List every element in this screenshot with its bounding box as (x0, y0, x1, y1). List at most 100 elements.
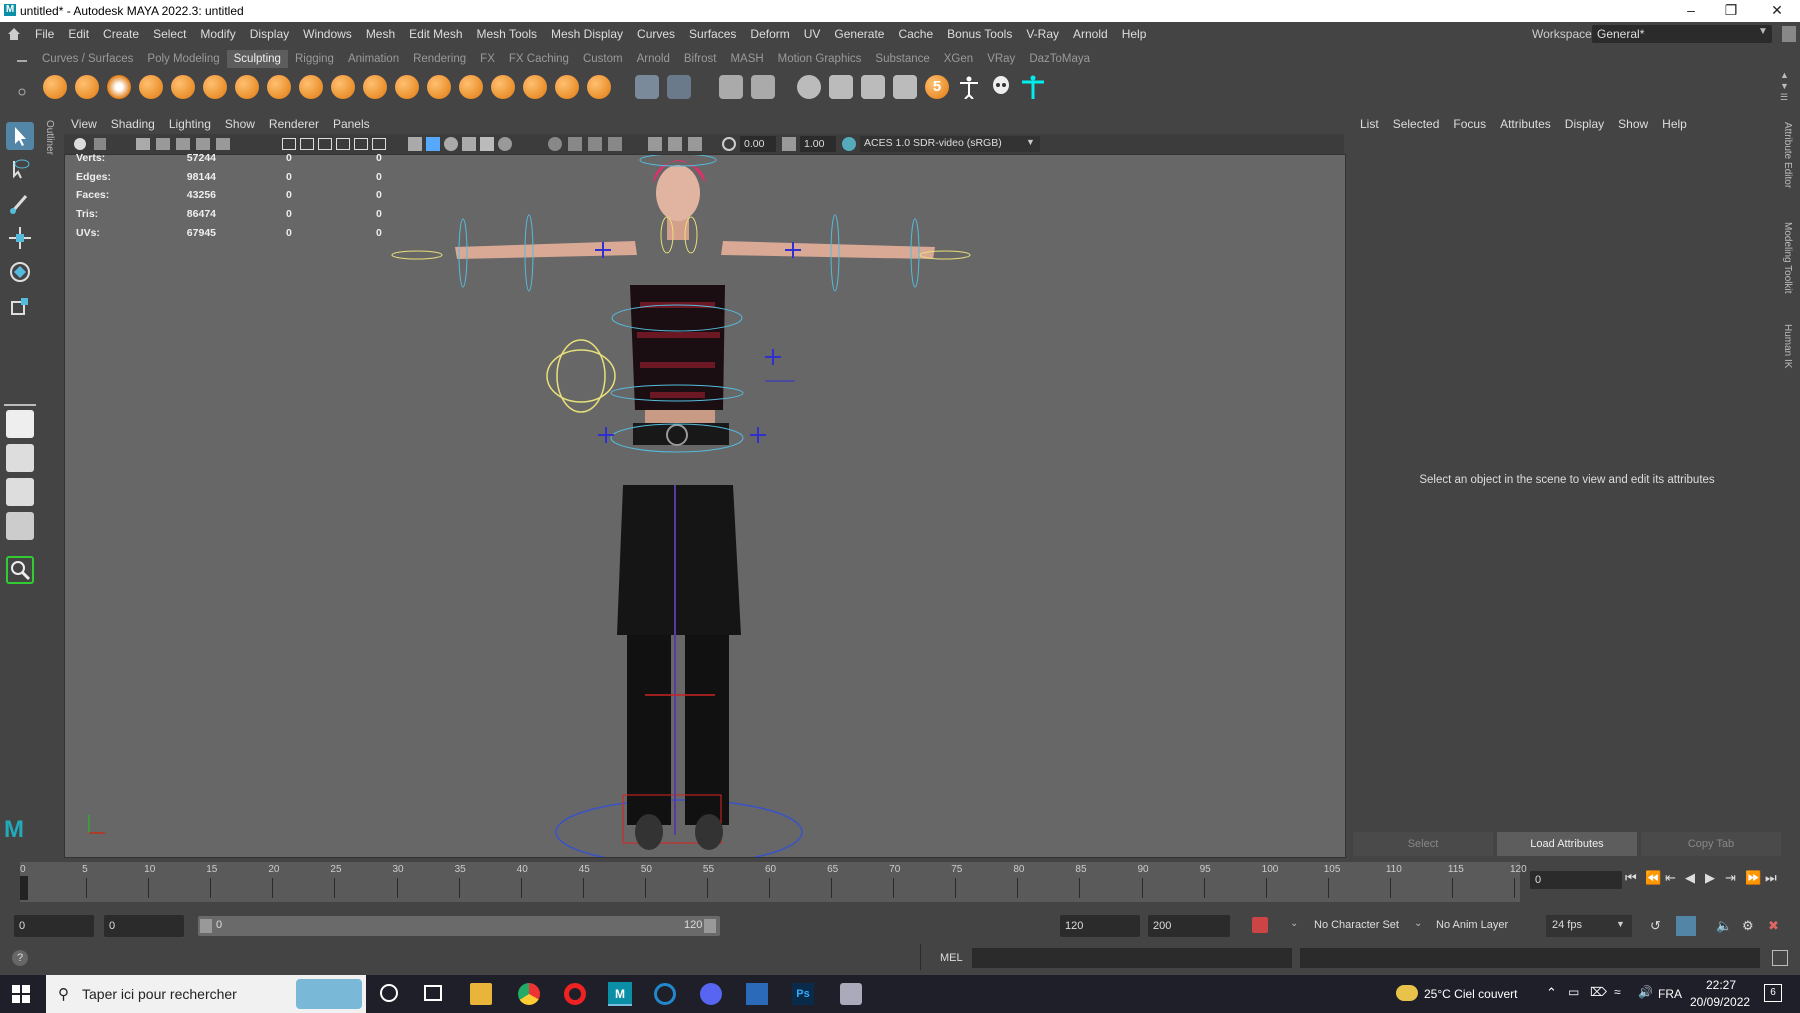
go-to-start-icon[interactable]: ⏮ (1625, 870, 1637, 886)
time-slider[interactable]: 0 5 10 15 20 25 30 35 40 45 50 55 60 65 70 75 80 85 90 95 10… (20, 862, 1527, 902)
app-window-icon[interactable] (840, 983, 862, 1005)
wax-tool-icon[interactable] (363, 75, 387, 99)
command-input[interactable] (972, 948, 1292, 968)
viewport-menu-shading[interactable]: Shading (104, 114, 162, 134)
menu-uv[interactable]: UV (797, 22, 828, 46)
lock-camera-icon[interactable] (94, 138, 106, 150)
range-end-handle[interactable] (704, 919, 716, 933)
blend-shape-icon[interactable] (719, 75, 743, 99)
film-gate-icon[interactable] (300, 138, 314, 150)
rotate-tool-icon[interactable] (6, 258, 34, 286)
shelf-tab-curves-surfaces[interactable]: Curves / Surfaces (35, 50, 140, 68)
multisample-aa-icon[interactable] (608, 137, 622, 151)
exposure-icon[interactable] (722, 137, 736, 151)
chevron-down-icon[interactable]: ⌄ (1290, 918, 1298, 929)
move-tool-icon[interactable] (6, 224, 34, 252)
ae-menu-help[interactable]: Help (1655, 114, 1694, 134)
discord-icon[interactable] (700, 983, 722, 1005)
scene-character-rig[interactable] (65, 153, 1345, 865)
xray-joints-icon[interactable] (688, 137, 702, 151)
menu-surfaces[interactable]: Surfaces (682, 22, 743, 46)
skeleton-figure-icon[interactable] (957, 75, 981, 100)
scroll-handle-icon[interactable] (1782, 26, 1796, 42)
stack-icon[interactable] (861, 75, 885, 99)
shelf-tab-rigging[interactable]: Rigging (288, 50, 341, 68)
wireframe-on-shaded-icon[interactable] (462, 137, 476, 151)
ae-menu-show[interactable]: Show (1611, 114, 1655, 134)
cortana-icon[interactable] (380, 984, 398, 1002)
menu-mesh-display[interactable]: Mesh Display (544, 22, 630, 46)
menu-create[interactable]: Create (96, 22, 146, 46)
taskbar-search-box[interactable]: ⚲ Taper ici pour rechercher (46, 975, 366, 1013)
shelf-tab-vray[interactable]: VRay (980, 50, 1022, 68)
playback-start-field[interactable]: 0 (104, 915, 184, 937)
ae-menu-focus[interactable]: Focus (1446, 114, 1493, 134)
wireframe-icon[interactable] (408, 137, 422, 151)
playback-end-field[interactable]: 120 (1060, 915, 1140, 937)
textured-icon[interactable] (480, 137, 494, 151)
scale-tool-icon[interactable] (6, 292, 34, 320)
shelf-tab-sculpting[interactable]: Sculpting (226, 50, 288, 68)
maya-taskbar-icon[interactable]: M (608, 982, 632, 1006)
network-device-icon[interactable]: ▭ (1568, 985, 1579, 999)
smooth-tool-icon[interactable] (75, 75, 99, 99)
image-plane-icon[interactable] (176, 138, 190, 150)
mesh-grid-icon[interactable] (667, 75, 691, 99)
tab-modeling-toolkit[interactable]: Modeling Toolkit (1782, 222, 1793, 294)
skull-icon[interactable] (989, 75, 1013, 99)
select-tool-icon[interactable] (6, 122, 34, 150)
file-explorer-icon[interactable] (470, 983, 492, 1005)
viewport-menu-lighting[interactable]: Lighting (162, 114, 218, 134)
convert-to-frozen-icon[interactable] (635, 75, 659, 99)
camera-attributes-icon[interactable] (136, 138, 150, 150)
photos-icon[interactable] (746, 983, 768, 1005)
range-slider[interactable]: 0 120 (198, 916, 720, 936)
chevron-up-icon[interactable]: ⌃ (1546, 985, 1557, 1001)
outliner-tab[interactable]: Outliner (44, 120, 55, 155)
language-indicator[interactable]: FRA (1658, 987, 1682, 1001)
isolate-select-icon[interactable] (648, 137, 662, 151)
shelf-tab-bifrost[interactable]: Bifrost (677, 50, 724, 68)
outliner-layout-icon[interactable] (6, 512, 34, 540)
step-forward-key-icon[interactable]: ⏩ (1745, 870, 1761, 886)
menu-vray[interactable]: V-Ray (1019, 22, 1066, 46)
menu-select[interactable]: Select (146, 22, 193, 46)
grid-icon[interactable] (282, 138, 296, 150)
volume-icon[interactable]: 🔊 (1638, 985, 1653, 999)
menu-edit[interactable]: Edit (61, 22, 96, 46)
opera-icon[interactable] (564, 983, 586, 1005)
select-button[interactable]: Select (1353, 832, 1493, 856)
smooth-shade-icon[interactable] (426, 137, 440, 151)
cache-playback-icon[interactable] (1676, 916, 1696, 936)
wifi-icon[interactable]: ≈ (1614, 985, 1621, 999)
shelf-tab-arnold[interactable]: Arnold (630, 50, 677, 68)
fill-tool-icon[interactable] (427, 75, 451, 99)
play-forward-icon[interactable]: ▶ (1705, 870, 1715, 886)
menu-arnold[interactable]: Arnold (1066, 22, 1115, 46)
ae-menu-selected[interactable]: Selected (1386, 114, 1447, 134)
ae-menu-display[interactable]: Display (1558, 114, 1611, 134)
copy-tab-button[interactable]: Copy Tab (1641, 832, 1781, 856)
viewport-3d[interactable] (64, 153, 1346, 865)
photoshop-icon[interactable]: Ps (792, 983, 814, 1005)
knife-tool-icon[interactable] (459, 75, 483, 99)
eraser-icon[interactable] (893, 75, 917, 99)
ae-menu-attributes[interactable]: Attributes (1493, 114, 1558, 134)
step-forward-frame-icon[interactable]: ⇥ (1725, 870, 1736, 886)
range-start-handle[interactable] (200, 919, 212, 933)
viewport-menu-renderer[interactable]: Renderer (262, 114, 326, 134)
two-view-layout-icon[interactable] (6, 478, 34, 506)
exposure-field[interactable]: 0.00 (740, 136, 776, 152)
shelf-tab-custom[interactable]: Custom (576, 50, 630, 68)
outliner-strip[interactable]: Outliner (40, 110, 60, 860)
menu-deform[interactable]: Deform (743, 22, 796, 46)
xray-icon[interactable] (668, 137, 682, 151)
current-time-indicator[interactable] (20, 876, 28, 900)
viewport-menu-show[interactable]: Show (218, 114, 262, 134)
tab-human-ik[interactable]: Human IK (1782, 324, 1793, 368)
paint-select-tool-icon[interactable] (6, 190, 34, 218)
shelf-tab-poly-modeling[interactable]: Poly Modeling (140, 50, 226, 68)
restore-button[interactable]: ❐ (1708, 0, 1754, 22)
shelf-tab-animation[interactable]: Animation (341, 50, 406, 68)
loop-icon[interactable]: ↺ (1650, 918, 1661, 934)
